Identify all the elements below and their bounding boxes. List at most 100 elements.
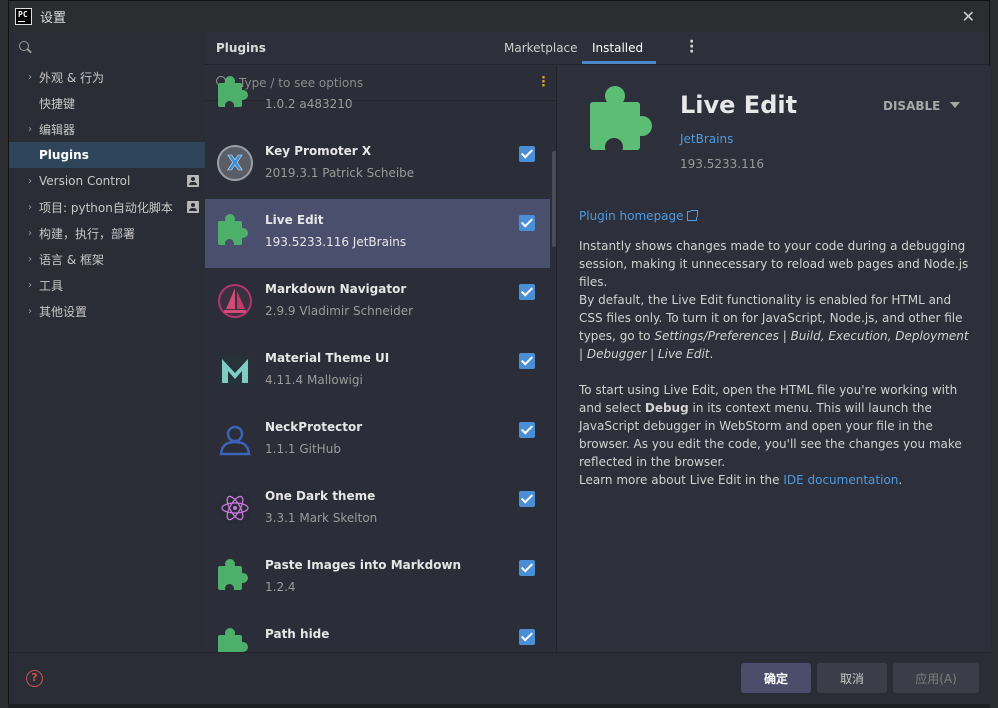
plugin-details: Live Edit JetBrains 193.5233.116 DISABLE… [558,66,991,652]
settings-dialog: PC 设置 ✕ › 外观 & 行为 快捷键 › 编辑器 Plugins › Version C… [8,0,991,704]
description-para-4: Learn more about Live Edit in the IDE do… [579,471,974,489]
description-para-2: By default, the Live Edit functionality … [579,291,974,363]
plugin-list-meta: 2019.3.1 Patrick Scheibe [265,166,415,180]
plugin-list-item[interactable]: 1.0.2 a483210 [205,66,550,130]
enable-checkbox[interactable] [519,422,535,438]
chevron-right-icon[interactable]: › [23,176,37,187]
project-level-icon [187,175,199,187]
plugin-list-name: Paste Images into Markdown [265,558,462,572]
plugin-list-name: Markdown Navigator [265,282,407,296]
dialog-footer: ? 确定 取消 应用(A) [9,652,991,704]
cancel-button[interactable]: 取消 [817,663,887,693]
plugins-title: Plugins [216,41,266,55]
puzzle-icon [216,75,254,113]
plugin-list-item[interactable]: Path hide [205,613,550,652]
sidebar-search[interactable] [9,32,205,64]
sidebar-item-label: Version Control [39,174,131,188]
plugin-list-name: Live Edit [265,213,324,227]
apply-button[interactable]: 应用(A) [893,663,979,693]
plugins-header: Plugins Marketplace Installed · · · [205,32,991,65]
plugin-list-name: Key Promoter X [265,144,372,158]
para4-text-a: Learn more about Live Edit in the [579,473,784,487]
chevron-right-icon[interactable]: › [23,306,37,317]
help-icon[interactable]: ? [26,670,43,687]
ide-documentation-link[interactable]: IDE documentation [783,473,898,487]
plugin-list-name: Material Theme UI [265,351,390,365]
plugin-version: 193.5233.116 [680,157,764,171]
para2-end: . [709,347,714,361]
enable-checkbox[interactable] [519,353,535,369]
plugin-list-name: Path hide [265,627,330,641]
description-para-3: To start using Live Edit, open the HTML … [579,381,974,471]
enable-checkbox[interactable] [519,284,535,300]
para3-debug: Debug [644,401,689,415]
plugin-list-meta: 1.0.2 a483210 [265,97,353,111]
sidebar-item[interactable]: Plugins [9,142,205,168]
sidebar-item[interactable]: 快捷键 [9,90,205,116]
enable-checkbox[interactable] [519,560,535,576]
enable-checkbox[interactable] [519,146,535,162]
project-level-icon [187,201,199,213]
background-ide-left [0,0,8,708]
more-options-icon[interactable]: · · · [689,35,694,59]
chevron-right-icon[interactable]: › [23,254,37,265]
plugin-list-meta: 3.3.1 Mark Skelton [265,511,378,525]
markdown-navigator-icon [216,282,254,320]
ok-button[interactable]: 确定 [741,663,811,693]
plugin-list-item[interactable]: One Dark theme 3.3.1 Mark Skelton [205,475,550,544]
chevron-right-icon[interactable]: › [23,72,37,83]
enable-checkbox[interactable] [519,491,535,507]
description-para-1: Instantly shows changes made to your cod… [579,239,969,289]
chevron-right-icon[interactable]: › [23,202,37,213]
chevron-right-icon[interactable]: › [23,228,37,239]
sidebar-item-label: 语言 & 框架 [39,252,104,267]
plugin-list-item[interactable]: X Key Promoter X 2019.3.1 Patrick Scheibe [205,130,550,199]
tab-marketplace[interactable]: Marketplace [504,41,578,55]
sidebar-item-label: 项目: python自动化脚本 [39,200,173,215]
plugin-list-item[interactable]: Live Edit 193.5233.116 JetBrains [205,199,550,268]
plugin-list-item[interactable]: Markdown Navigator 2.9.9 Vladimir Schneid… [205,268,550,337]
para4-text-b: . [898,473,903,487]
sidebar-item-label: 构建，执行，部署 [39,226,136,241]
plugin-list-meta: 4.11.4 Mallowigi [265,373,363,387]
sidebar-item[interactable]: › 外观 & 行为 [9,64,205,90]
active-tab-underline [582,61,656,64]
sidebar-item[interactable]: › 其他设置 [9,298,205,324]
list-scrollbar[interactable] [552,151,556,247]
title-bar: PC 设置 ✕ [9,1,989,32]
chevron-right-icon[interactable]: › [23,124,37,135]
sidebar-item[interactable]: › Version Control [9,168,205,194]
puzzle-icon [216,558,254,596]
plugin-homepage-link[interactable]: Plugin homepage [579,209,698,223]
plugin-list-name: NeckProtector [265,420,363,434]
sidebar-item[interactable]: › 编辑器 [9,116,205,142]
sidebar-item-label: 快捷键 [39,96,76,111]
sidebar-item[interactable]: › 项目: python自动化脚本 [9,194,205,220]
sidebar-item-label: 其他设置 [39,304,88,319]
enable-checkbox[interactable] [519,629,535,645]
disable-button[interactable]: DISABLE [883,99,940,113]
key-promoter-x-icon: X [216,144,254,182]
plugin-list-meta: 193.5233.116 JetBrains [265,235,407,249]
tab-installed[interactable]: Installed [592,41,643,55]
material-theme-icon [216,351,254,389]
plugin-list-meta: 1.1.1 GitHub [265,442,341,456]
disable-dropdown-arrow-icon[interactable] [950,102,960,108]
enable-checkbox[interactable] [519,215,535,231]
chevron-right-icon[interactable]: › [23,280,37,291]
neck-protector-icon [216,420,254,458]
plugin-list-item[interactable]: Paste Images into Markdown 1.2.4 [205,544,550,613]
sidebar-item[interactable]: › 工具 [9,272,205,298]
plugin-list-item[interactable]: NeckProtector 1.1.1 GitHub [205,406,550,475]
close-icon[interactable]: ✕ [962,7,975,26]
plugin-vendor-link[interactable]: JetBrains [680,132,733,146]
one-dark-atom-icon [216,489,254,527]
search-icon [19,41,33,55]
sidebar-item-label: 外观 & 行为 [39,70,104,85]
svg-text:X: X [227,151,243,175]
homepage-label: Plugin homepage [579,209,684,223]
plugin-list-item[interactable]: Material Theme UI 4.11.4 Mallowigi [205,337,550,406]
sidebar-item[interactable]: › 构建，执行，部署 [9,220,205,246]
puzzle-icon [216,213,254,251]
sidebar-item[interactable]: › 语言 & 框架 [9,246,205,272]
